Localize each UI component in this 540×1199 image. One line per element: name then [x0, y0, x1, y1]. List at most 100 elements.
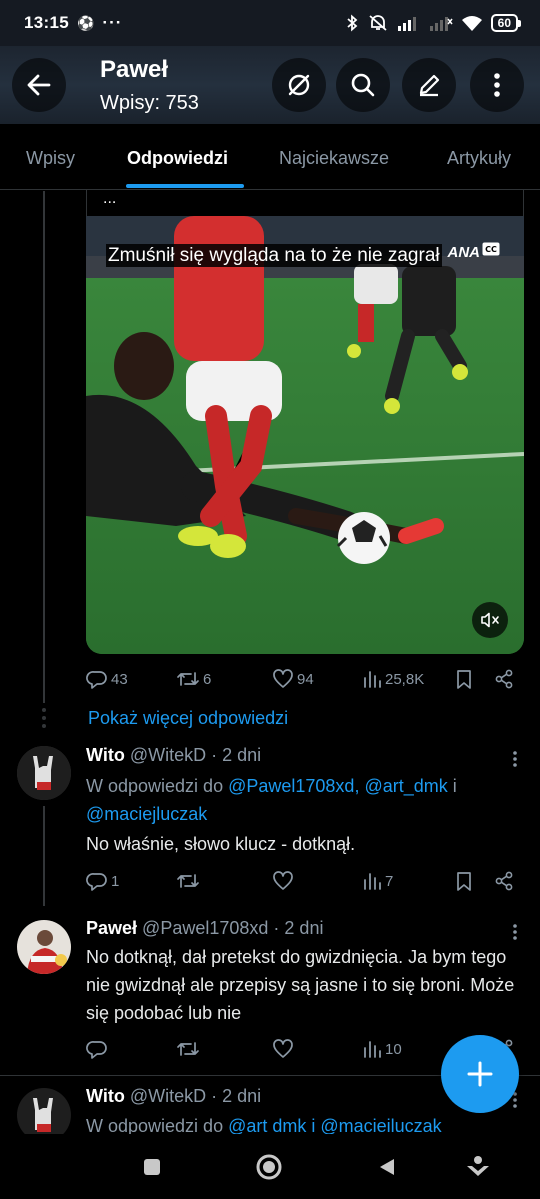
repost-button[interactable]: 6	[176, 664, 211, 694]
profile-tabs: Wpisy Odpowiedzi Najciekawsze Artykuły	[0, 124, 540, 190]
avatar[interactable]	[17, 746, 71, 800]
more-vertical-icon	[513, 751, 517, 767]
author-name[interactable]: Wito	[86, 1086, 125, 1106]
reply-button[interactable]: 1	[86, 866, 119, 896]
reply-icon	[86, 671, 107, 689]
status-bar: 13:15 ⚽ ··· 60	[0, 0, 540, 46]
compose-button[interactable]	[441, 1035, 519, 1113]
mention-link[interactable]: @Pawel1708xd, @art_dmk	[228, 776, 448, 796]
thread-connector	[43, 806, 45, 906]
mute-toggle-button[interactable]	[472, 602, 508, 638]
closed-captions-icon[interactable]: CC	[482, 242, 500, 261]
repost-button[interactable]	[176, 866, 203, 896]
search-icon	[351, 73, 375, 97]
repost-count: 6	[203, 670, 212, 688]
author-name[interactable]: Wito	[86, 745, 125, 765]
mute-bell-icon	[369, 15, 387, 31]
show-more-replies-link[interactable]: Pokaż więcej odpowiedzi	[88, 708, 288, 729]
tweet-header: Wito @WitekD · 2 dni	[86, 1086, 261, 1107]
view-count: 25,8K	[385, 670, 425, 688]
pencil-icon	[419, 74, 440, 97]
more-options-button[interactable]	[470, 58, 524, 112]
video-caption: Zmuśnił się wygląda na to że nie zagrał	[106, 244, 442, 267]
tweet-header: Wito @WitekD · 2 dni	[86, 745, 261, 766]
tab-posts[interactable]: Wpisy	[26, 148, 75, 169]
plus-icon	[467, 1061, 493, 1087]
reply-button[interactable]: 43	[86, 664, 128, 694]
views-button[interactable]: 25,8K	[362, 664, 424, 694]
back-nav-button[interactable]	[372, 1152, 402, 1182]
tweet-time: · 2 dni	[211, 1086, 262, 1106]
share-button[interactable]	[494, 866, 514, 896]
status-time: 13:15	[24, 13, 69, 32]
video-player[interactable]: Zmuśnił się wygląda na to że nie zagrał …	[86, 216, 524, 654]
tweet-header: Paweł @Pawel1708xd · 2 dni	[86, 918, 323, 939]
bookmark-icon	[457, 872, 471, 891]
views-button[interactable]: 10	[362, 1034, 402, 1064]
soccer-ball-icon: ⚽	[76, 14, 95, 31]
thread-gap-dots	[42, 708, 46, 732]
down-chevron-assistant-icon	[467, 1156, 489, 1176]
search-button[interactable]	[336, 58, 390, 112]
bookmark-button[interactable]	[454, 664, 474, 694]
video-frame	[86, 216, 524, 654]
share-button[interactable]	[494, 664, 514, 694]
mention-link[interactable]: @art dmk i @macieiluczak	[228, 1116, 442, 1134]
more-vertical-icon	[494, 73, 500, 97]
author-handle[interactable]: @Pawel1708xd	[142, 918, 268, 938]
mention-link[interactable]: @maciejluczak	[86, 804, 207, 824]
views-button[interactable]: 7	[362, 866, 393, 896]
battery-indicator: 60	[490, 14, 522, 32]
view-count: 7	[385, 872, 394, 890]
tab-highlights[interactable]: Najciekawsze	[279, 148, 389, 169]
square-icon	[144, 1159, 160, 1175]
circle-home-icon	[256, 1154, 282, 1180]
author-name[interactable]: Paweł	[86, 918, 137, 938]
triangle-back-icon	[380, 1159, 394, 1175]
assistant-button[interactable]	[463, 1152, 493, 1182]
filter-button[interactable]	[272, 58, 326, 112]
home-button[interactable]	[254, 1152, 284, 1182]
signal-2-icon	[429, 17, 453, 31]
tab-articles[interactable]: Artykuły	[447, 148, 511, 169]
like-button[interactable]	[272, 1034, 297, 1064]
view-count: 10	[385, 1040, 402, 1058]
repost-icon	[177, 1042, 199, 1056]
heart-icon	[273, 669, 293, 688]
wifi-icon	[461, 16, 482, 31]
author-handle[interactable]: @WitekD	[130, 1086, 206, 1106]
tweet-menu-button[interactable]	[512, 750, 518, 773]
bookmark-icon	[457, 670, 471, 689]
reply-icon	[86, 1041, 107, 1059]
tweet-actions: 1 7	[86, 866, 524, 896]
arrow-left-icon	[27, 74, 51, 96]
views-chart-icon	[364, 873, 381, 890]
edit-button[interactable]	[402, 58, 456, 112]
back-button[interactable]	[12, 58, 66, 112]
tweet-time: · 2 dni	[273, 918, 324, 938]
reply-count: 43	[111, 670, 128, 688]
reply-joiner: i	[452, 776, 457, 796]
author-handle[interactable]: @WitekD	[130, 745, 206, 765]
reply-context: W odpowiedzi do @art dmk i @macieiluczak	[86, 1112, 524, 1134]
reply-count: 1	[111, 872, 120, 890]
cc-badge-text: CC	[485, 245, 497, 254]
system-navigation-bar	[0, 1134, 540, 1199]
like-count: 94	[297, 670, 314, 688]
avatar[interactable]	[17, 920, 71, 974]
like-button[interactable]	[272, 866, 297, 896]
repost-icon	[177, 672, 199, 686]
views-chart-icon	[364, 1041, 381, 1058]
reply-button[interactable]	[86, 1034, 111, 1064]
bookmark-button[interactable]	[454, 866, 474, 896]
more-vertical-icon	[513, 924, 517, 940]
share-icon	[495, 871, 513, 891]
like-button[interactable]: 94	[272, 664, 314, 694]
heart-icon	[273, 871, 293, 890]
tab-replies[interactable]: Odpowiedzi	[127, 148, 228, 169]
repost-button[interactable]	[176, 1034, 203, 1064]
thread-connector	[43, 191, 45, 703]
heart-icon	[273, 1039, 293, 1058]
recent-apps-button[interactable]	[137, 1152, 167, 1182]
reply-prefix: W odpowiedzi do	[86, 1116, 224, 1134]
